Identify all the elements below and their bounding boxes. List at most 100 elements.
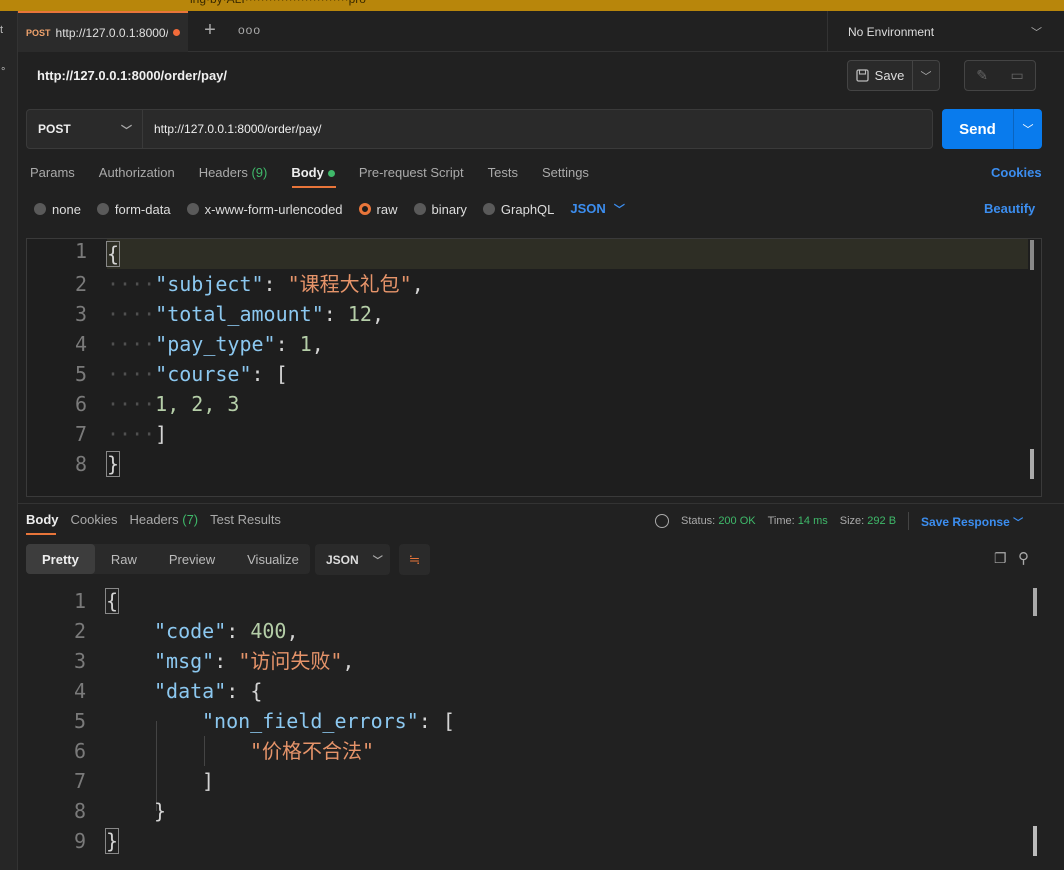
pencil-icon[interactable]: ✎ [976, 67, 988, 84]
response-tab-body[interactable]: Body [26, 512, 59, 527]
editor-scrollbar-thumb[interactable] [1030, 449, 1034, 479]
wrap-lines-button[interactable]: ≒ [399, 544, 430, 575]
json-colon: : [226, 619, 251, 643]
indent-guide-line [204, 736, 205, 766]
chevron-down-icon: ﹀ [1013, 517, 1024, 529]
request-title[interactable]: http://127.0.0.1:8000/order/pay/ [37, 68, 227, 83]
copy-icon[interactable]: ❐ [994, 550, 1007, 567]
window-title-bar: ing·by·ALI··························pro [0, 0, 1064, 11]
view-pretty[interactable]: Pretty [26, 544, 95, 574]
response-active-tab-underline [26, 533, 56, 535]
time-label: Time: [767, 515, 795, 527]
response-tab-test-results[interactable]: Test Results [210, 512, 281, 527]
pane-divider[interactable] [18, 503, 1064, 504]
code-line: { [105, 239, 121, 269]
request-tab-url: http://127.0.0.1:8000/order/pay/ [55, 25, 168, 40]
code-line: ····"course": [ [107, 359, 288, 389]
json-key: "non_field_errors" [202, 709, 419, 733]
new-tab-plus-icon[interactable]: + [200, 19, 220, 42]
json-key: "data" [154, 679, 227, 703]
radio-graphql[interactable]: GraphQL [482, 202, 554, 217]
status-divider [908, 512, 910, 530]
cookies-link[interactable]: Cookies [991, 165, 1042, 180]
close-bracket: ] [202, 769, 215, 793]
globe-icon[interactable] [655, 514, 669, 528]
environment-selector[interactable]: No Environment ﹀ [827, 11, 1064, 52]
request-body-editor[interactable]: 1 { 2 ····"subject": "课程大礼包", 3 ····"tot… [26, 238, 1042, 497]
json-colon: : [275, 332, 300, 356]
code-line: "msg": "访问失败", [154, 646, 354, 676]
tab-headers[interactable]: Headers (9) [199, 165, 268, 185]
tab-bar: POST http://127.0.0.1:8000/order/pay/ + … [18, 11, 1064, 52]
response-tab-headers[interactable]: Headers (7) [129, 512, 198, 527]
tab-pre-request-script[interactable]: Pre-request Script [359, 165, 464, 185]
open-brace: { [250, 679, 263, 703]
view-preview[interactable]: Preview [153, 544, 231, 574]
code-line: ] [202, 766, 214, 796]
radio-form-data[interactable]: form-data [96, 201, 171, 217]
line-number: 1 [73, 589, 86, 613]
chevron-down-icon: ﹀ [121, 125, 132, 137]
response-scrollbar-top[interactable] [1033, 588, 1037, 616]
save-options-dropdown[interactable]: ﹀ [913, 60, 940, 91]
wrap-lines-icon: ≒ [408, 551, 421, 567]
send-options-dropdown[interactable]: ﹀ [1013, 109, 1042, 149]
response-tab-cookies[interactable]: Cookies [71, 512, 118, 527]
response-scrollbar-thumb[interactable] [1033, 826, 1037, 856]
response-body-viewer[interactable]: 1 { 2 "code": 400, 3 "msg": "访问失败", 4 "d… [26, 586, 1042, 870]
open-bracket: [ [442, 709, 455, 733]
body-format-selector[interactable]: JSON ﹀ [570, 201, 624, 217]
status-group[interactable]: Status: 200 OK [681, 515, 756, 527]
json-key: "code" [154, 619, 227, 643]
size-label: Size: [839, 515, 865, 527]
json-key: "course" [155, 362, 252, 386]
line-number: 5 [73, 709, 86, 733]
method-selector[interactable]: POST ﹀ [27, 110, 143, 148]
request-tab-method: POST [26, 27, 51, 38]
json-comma: , [371, 302, 384, 326]
tab-tests[interactable]: Tests [488, 165, 518, 185]
beautify-link[interactable]: Beautify [984, 201, 1035, 216]
view-visualize[interactable]: Visualize [231, 544, 315, 574]
tab-settings[interactable]: Settings [542, 165, 589, 185]
url-input[interactable]: http://127.0.0.1:8000/order/pay/ [143, 110, 932, 148]
json-comma: , [411, 272, 424, 296]
response-format-selector[interactable]: JSON ﹀ [315, 544, 390, 575]
json-string: "访问失败" [238, 649, 343, 673]
size-group[interactable]: Size: 292 B [840, 515, 896, 527]
request-tab[interactable]: POST http://127.0.0.1:8000/order/pay/ [18, 11, 188, 52]
radio-raw[interactable]: raw [358, 201, 398, 217]
code-line: { [104, 586, 120, 616]
radio-form-data-label: form-data [114, 201, 171, 217]
more-tabs-icon[interactable]: ooo [238, 23, 261, 37]
indent-guide: ···· [107, 362, 156, 386]
comment-icon[interactable]: ▭ [1011, 67, 1024, 84]
line-number: 1 [74, 239, 87, 263]
code-line: "价格不合法" [250, 736, 374, 766]
radio-raw-label: raw [376, 201, 398, 217]
indent-guide: ···· [107, 302, 156, 326]
save-button[interactable]: Save [847, 60, 913, 91]
response-status-bar: Status: 200 OK Time: 14 ms Size: 292 B S… [655, 512, 1023, 530]
code-line: ····1, 2, 3 [107, 389, 239, 419]
search-icon[interactable]: ⚲ [1018, 549, 1029, 567]
tab-body[interactable]: Body [291, 165, 335, 185]
editor-scrollbar-top[interactable] [1030, 240, 1034, 270]
radio-none-label: none [52, 201, 81, 217]
view-raw[interactable]: Raw [95, 544, 153, 574]
send-button[interactable]: Send [942, 109, 1013, 149]
environment-label: No Environment [848, 24, 935, 39]
response-tabs: Body Cookies Headers (7) Test Results [26, 512, 293, 527]
save-response-button[interactable]: Save Response ﹀ [921, 514, 1023, 529]
radio-binary[interactable]: binary [413, 202, 467, 217]
time-group[interactable]: Time: 14 ms [768, 515, 828, 527]
line-number: 4 [74, 332, 87, 356]
radio-x-www-form-urlencoded[interactable]: x-www-form-urlencoded [186, 202, 343, 217]
radio-none[interactable]: none [34, 202, 81, 217]
json-string: "价格不合法" [250, 739, 375, 763]
tab-params[interactable]: Params [30, 165, 75, 185]
body-type-radios: none form-data x-www-form-urlencoded raw… [34, 201, 625, 217]
radio-selected-icon [358, 203, 371, 215]
save-icon [856, 69, 869, 82]
tab-authorization[interactable]: Authorization [99, 165, 175, 185]
